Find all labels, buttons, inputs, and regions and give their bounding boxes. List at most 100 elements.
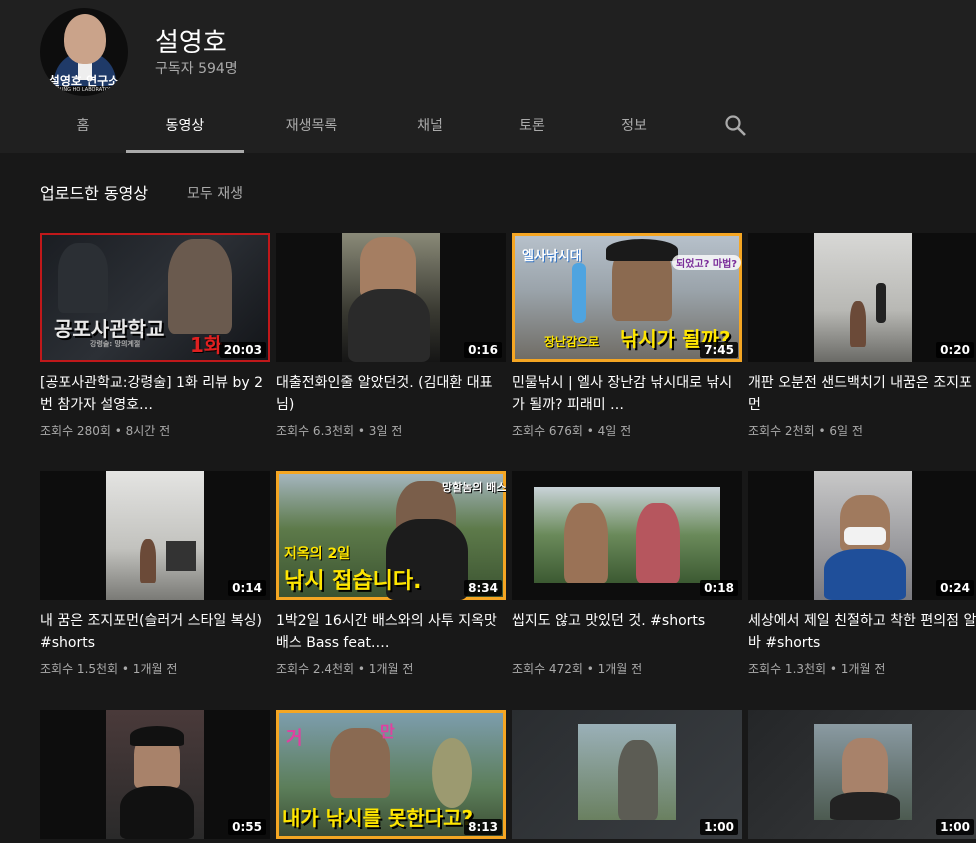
video-thumbnail[interactable]: 0:18 bbox=[512, 471, 742, 600]
video-card[interactable]: 공포사관학교 1화 강령술: 망의계절 20:03 [공포사관학교:강령술] 1… bbox=[40, 233, 270, 439]
video-title[interactable]: [공포사관학교:강령술] 1화 리뷰 by 2번 참가자 설영호… bbox=[40, 372, 270, 416]
thumbnail-figure bbox=[168, 239, 232, 334]
channel-tabs: 홈 동영상 재생목록 채널 토론 정보 bbox=[40, 100, 685, 153]
video-duration: 1:00 bbox=[936, 819, 974, 835]
thumbnail-figure bbox=[140, 539, 156, 583]
video-title[interactable]: 내 꿈은 조지포먼(슬러거 스타일 복싱) #shorts bbox=[40, 610, 270, 654]
video-thumbnail[interactable]: 엘사낚시대 되었고? 마법? 장난감으로 낚시가 될까? 7:45 bbox=[512, 233, 742, 362]
video-meta: 조회수 280회 • 8시간 전 bbox=[40, 424, 171, 438]
video-duration: 0:24 bbox=[936, 580, 974, 596]
video-thumbnail[interactable]: 0:55 bbox=[40, 710, 270, 839]
section-title: 업로드한 동영상 bbox=[40, 184, 149, 203]
video-meta: 조회수 472회 • 1개월 전 bbox=[512, 662, 643, 676]
thumbnail-figure bbox=[120, 786, 194, 839]
video-meta: 조회수 2천회 • 6일 전 bbox=[748, 424, 863, 438]
video-duration: 7:45 bbox=[700, 342, 738, 358]
avatar-face bbox=[64, 14, 106, 64]
tab-about[interactable]: 정보 bbox=[583, 100, 685, 153]
video-duration: 8:34 bbox=[464, 580, 502, 596]
channel-name: 설영호 bbox=[155, 28, 227, 58]
video-card[interactable]: 1:00 bbox=[512, 710, 742, 839]
thumbnail-figure bbox=[130, 726, 184, 746]
thumbnail-overlay-text: 내가 낚시를 못한다고? bbox=[282, 806, 474, 830]
video-title[interactable]: 씹지도 않고 맛있던 것. #shorts bbox=[512, 610, 742, 654]
thumbnail-figure bbox=[360, 237, 416, 297]
thumbnail-overlay-text: 지옥의 2일 bbox=[284, 546, 351, 562]
tab-videos[interactable]: 동영상 bbox=[126, 100, 244, 153]
channel-avatar[interactable]: 설영호 연구소 YOUNG HO LABORATORY bbox=[40, 8, 128, 96]
thumbnail-figure bbox=[830, 792, 900, 820]
thumbnail-frame bbox=[534, 487, 720, 583]
video-duration: 0:20 bbox=[936, 342, 974, 358]
video-thumbnail[interactable]: 0:20 bbox=[748, 233, 976, 362]
video-duration: 8:13 bbox=[464, 819, 502, 835]
thumbnail-overlay-text: 되었고? 마법? bbox=[672, 255, 742, 270]
video-card[interactable]: 0:24 세상에서 제일 친절하고 착한 편의점 알바 #shorts 조회수 … bbox=[748, 471, 976, 677]
thumbnail-overlay-text: 낚시 접습니다. bbox=[284, 569, 422, 594]
video-title[interactable]: 1박2일 16시간 배스와의 사투 지옥맛 배스 Bass feat.… bbox=[276, 610, 506, 654]
video-card[interactable]: 0:18 씹지도 않고 맛있던 것. #shorts 조회수 472회 • 1개… bbox=[512, 471, 742, 677]
thumbnail-figure bbox=[850, 301, 866, 347]
thumbnail-title-text: 공포사관학교 bbox=[54, 317, 165, 341]
video-card[interactable]: 엘사낚시대 되었고? 마법? 장난감으로 낚시가 될까? 7:45 민물낚시 |… bbox=[512, 233, 742, 439]
video-thumbnail[interactable]: 1:00 bbox=[512, 710, 742, 839]
video-title[interactable]: 개판 오분전 샌드백치기 내꿈은 조지포먼 bbox=[748, 372, 976, 416]
thumbnail-figure bbox=[842, 738, 888, 794]
video-card[interactable]: 0:20 개판 오분전 샌드백치기 내꿈은 조지포먼 조회수 2천회 • 6일 … bbox=[748, 233, 976, 439]
thumbnail-figure bbox=[606, 239, 678, 261]
thumbnail-subtitle-text: 강령술: 망의계절 bbox=[90, 340, 141, 348]
video-thumbnail[interactable]: 망할놈의 배스 지옥의 2일 낚시 접습니다. 8:34 bbox=[276, 471, 506, 600]
thumbnail-episode-text: 1화 bbox=[190, 333, 223, 357]
thumbnail-figure bbox=[618, 740, 658, 820]
video-duration: 20:03 bbox=[219, 342, 266, 358]
gym-equipment bbox=[166, 541, 196, 571]
thumbnail-figure bbox=[58, 243, 108, 313]
avatar-logo-subtext: YOUNG HO LABORATORY bbox=[53, 87, 115, 93]
tab-discussion[interactable]: 토론 bbox=[481, 100, 583, 153]
thumbnail-overlay-text: 엘사낚시대 bbox=[522, 249, 582, 264]
video-duration: 0:16 bbox=[464, 342, 502, 358]
video-thumbnail[interactable]: 거 만 내가 낚시를 못한다고? 8:13 bbox=[276, 710, 506, 839]
video-title[interactable]: 민물낚시 | 엘사 장난감 낚시대로 낚시가 될까? 피래미 … bbox=[512, 372, 742, 416]
video-thumbnail[interactable]: 공포사관학교 1화 강령술: 망의계절 20:03 bbox=[40, 233, 270, 362]
video-thumbnail[interactable]: 0:16 bbox=[276, 233, 506, 362]
video-title[interactable]: 대출전화인줄 알았던것. (김대환 대표님) bbox=[276, 372, 506, 416]
video-card[interactable]: 1:00 bbox=[748, 710, 976, 839]
video-card[interactable]: 거 만 내가 낚시를 못한다고? 8:13 bbox=[276, 710, 506, 839]
video-card[interactable]: 0:14 내 꿈은 조지포먼(슬러거 스타일 복싱) #shorts 조회수 1… bbox=[40, 471, 270, 677]
toy-fishing-rod bbox=[572, 263, 586, 323]
face-mask bbox=[844, 527, 886, 545]
video-meta: 조회수 6.3천회 • 3일 전 bbox=[276, 424, 403, 438]
video-meta: 조회수 1.3천회 • 1개월 전 bbox=[748, 662, 886, 676]
thumbnail-overlay-text: 장난감으로 bbox=[544, 335, 600, 349]
thumbnail-figure bbox=[824, 549, 906, 600]
video-duration: 0:55 bbox=[228, 819, 266, 835]
video-card[interactable]: 0:55 bbox=[40, 710, 270, 839]
tab-home[interactable]: 홈 bbox=[40, 100, 126, 153]
video-thumbnail[interactable]: 0:14 bbox=[40, 471, 270, 600]
tab-channels[interactable]: 채널 bbox=[379, 100, 481, 153]
video-meta: 조회수 2.4천회 • 1개월 전 bbox=[276, 662, 414, 676]
thumbnail-figure bbox=[348, 289, 430, 362]
video-duration: 1:00 bbox=[700, 819, 738, 835]
tab-playlists[interactable]: 재생목록 bbox=[244, 100, 379, 153]
thumbnail-overlay-text: 망할놈의 배스 bbox=[442, 481, 506, 494]
video-title[interactable]: 세상에서 제일 친절하고 착한 편의점 알바 #shorts bbox=[748, 610, 976, 654]
video-thumbnail[interactable]: 1:00 bbox=[748, 710, 976, 839]
video-duration: 0:18 bbox=[700, 580, 738, 596]
thumbnail-figure bbox=[564, 503, 608, 583]
video-meta: 조회수 1.5천회 • 1개월 전 bbox=[40, 662, 178, 676]
video-thumbnail[interactable]: 0:24 bbox=[748, 471, 976, 600]
subscriber-count: 구독자 594명 bbox=[155, 61, 238, 77]
thumbnail-overlay-text: 만 bbox=[380, 722, 395, 741]
play-all-button[interactable]: 모두 재생 bbox=[187, 183, 243, 203]
video-duration: 0:14 bbox=[228, 580, 266, 596]
video-meta: 조회수 676회 • 4일 전 bbox=[512, 424, 632, 438]
fish bbox=[432, 738, 472, 808]
thumbnail-figure bbox=[636, 503, 680, 583]
thumbnail-overlay-text: 거 bbox=[286, 728, 303, 749]
search-icon[interactable] bbox=[722, 112, 750, 140]
video-card[interactable]: 망할놈의 배스 지옥의 2일 낚시 접습니다. 8:34 1박2일 16시간 배… bbox=[276, 471, 506, 677]
punching-bag bbox=[876, 283, 886, 323]
video-card[interactable]: 0:16 대출전화인줄 알았던것. (김대환 대표님) 조회수 6.3천회 • … bbox=[276, 233, 506, 439]
